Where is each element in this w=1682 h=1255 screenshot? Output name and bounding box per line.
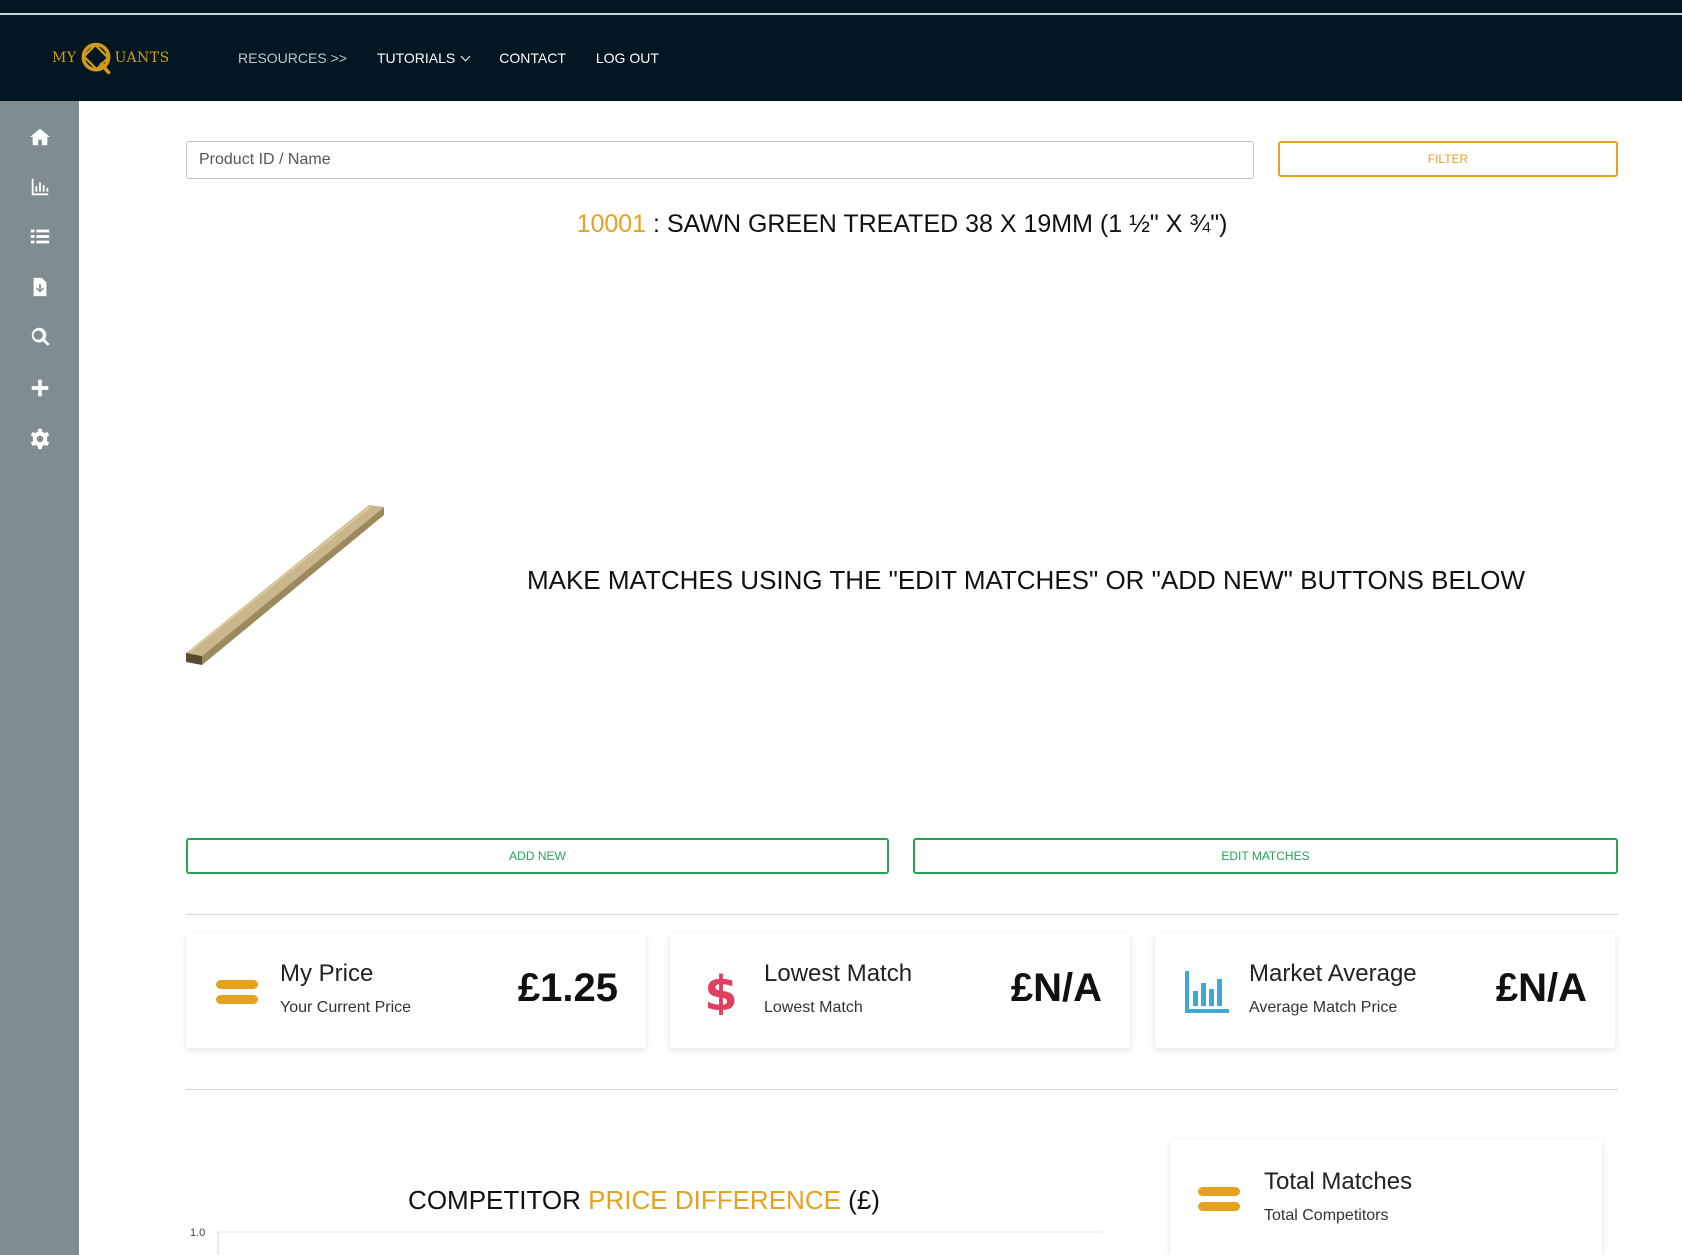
top-divider-line <box>0 13 1682 15</box>
logo-q-icon <box>81 42 110 75</box>
lowest-match-card: $ Lowest Match Lowest Match £N/A <box>670 933 1130 1048</box>
chart-title: COMPETITOR PRICE DIFFERENCE (£) <box>186 1185 1102 1216</box>
home-icon[interactable] <box>26 123 54 151</box>
my-price-card: My Price Your Current Price £1.25 <box>186 933 646 1048</box>
my-price-subtitle: Your Current Price <box>280 999 412 1016</box>
section-divider <box>186 914 1618 915</box>
product-id: 10001 <box>576 210 647 238</box>
nav-logout[interactable]: LOG OUT <box>596 50 659 66</box>
bar-chart-icon[interactable] <box>26 173 54 201</box>
bar-chart-icon <box>1185 971 1229 1013</box>
make-matches-message: MAKE MATCHES USING THE "EDIT MATCHES" OR… <box>526 565 1526 595</box>
market-average-card: Market Average Average Match Price £N/A <box>1155 933 1615 1048</box>
total-matches-card: Total Matches Total Competitors <box>1170 1139 1602 1255</box>
chart-title-part-3: (£) <box>840 1185 880 1215</box>
file-download-icon[interactable] <box>26 273 54 301</box>
nav-contact[interactable]: CONTACT <box>499 50 566 66</box>
price-difference-chart: 1.0 <box>190 1227 1102 1255</box>
sidebar <box>0 101 79 1255</box>
filter-button[interactable]: FILTER <box>1278 141 1618 177</box>
y-tick-label: 1.0 <box>190 1227 205 1239</box>
lowest-match-title: Lowest Match <box>764 960 913 987</box>
equals-icon <box>1198 1187 1240 1211</box>
product-title-separator: : <box>646 210 667 238</box>
lowest-match-subtitle: Lowest Match <box>764 999 863 1016</box>
main-nav: RESOURCES >> TUTORIALS CONTACT LOG OUT <box>238 50 659 66</box>
list-icon[interactable] <box>26 223 54 251</box>
market-average-value: £N/A <box>1495 966 1587 1010</box>
equals-icon <box>216 980 258 1004</box>
logo-text-right: UANTS <box>114 50 170 66</box>
my-price-title: My Price <box>280 960 374 987</box>
total-matches-subtitle: Total Competitors <box>1264 1207 1389 1224</box>
section-divider <box>186 1089 1618 1090</box>
svg-text:$: $ <box>704 969 737 1015</box>
market-average-subtitle: Average Match Price <box>1249 999 1398 1016</box>
chevron-down-icon <box>460 51 471 62</box>
gear-icon[interactable] <box>26 425 54 453</box>
chart-title-accent: PRICE DIFFERENCE <box>588 1185 841 1215</box>
chart-title-part-1: COMPETITOR <box>408 1185 589 1215</box>
logo[interactable]: MY UANTS <box>52 38 170 78</box>
nav-resources[interactable]: RESOURCES >> <box>238 50 347 66</box>
market-average-title: Market Average <box>1249 960 1417 987</box>
lowest-match-value: £N/A <box>1010 966 1102 1010</box>
plus-icon[interactable] <box>26 374 54 402</box>
top-navbar: MY UANTS RESOURCES >> TUTORIALS CONTACT … <box>0 0 1682 101</box>
nav-tutorials-label: TUTORIALS <box>376 50 456 66</box>
edit-matches-button[interactable]: EDIT MATCHES <box>913 838 1618 874</box>
total-matches-title: Total Matches <box>1264 1168 1413 1195</box>
product-search-input[interactable] <box>186 141 1254 179</box>
nav-tutorials[interactable]: TUTORIALS <box>376 50 471 66</box>
product-name: SAWN GREEN TREATED 38 X 19MM (1 ½" X ¾") <box>666 210 1228 238</box>
product-title: 10001 : SAWN GREEN TREATED 38 X 19MM (1 … <box>186 210 1618 239</box>
add-new-button[interactable]: ADD NEW <box>186 838 889 874</box>
product-image <box>186 505 384 665</box>
dollar-icon: $ <box>704 969 737 1015</box>
logo-text-left: MY <box>52 50 77 66</box>
my-price-value: £1.25 <box>517 966 618 1010</box>
search-icon[interactable] <box>26 323 54 351</box>
